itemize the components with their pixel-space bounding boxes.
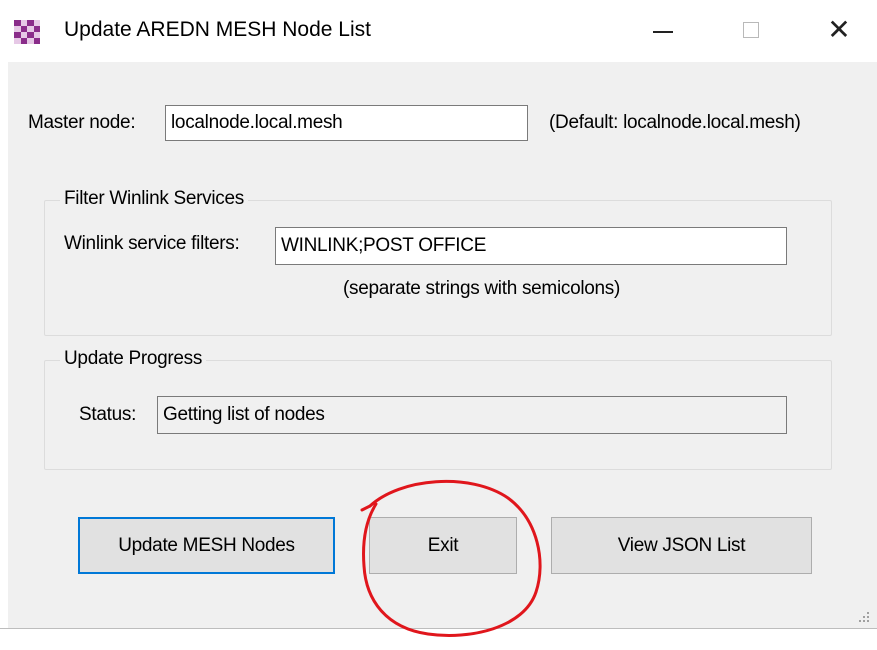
resize-grip-icon[interactable] bbox=[858, 612, 870, 624]
master-node-input[interactable]: localnode.local.mesh bbox=[165, 105, 528, 141]
dialog-client-area: Master node: localnode.local.mesh (Defau… bbox=[8, 62, 877, 628]
filter-group-title: Filter Winlink Services bbox=[60, 188, 248, 210]
close-icon: ✕ bbox=[827, 14, 851, 45]
minimize-button[interactable] bbox=[632, 0, 694, 60]
window-title: Update AREDN MESH Node List bbox=[64, 18, 371, 41]
maximize-button[interactable] bbox=[720, 0, 782, 60]
progress-group-title: Update Progress bbox=[60, 348, 207, 370]
app-checker-icon bbox=[14, 20, 40, 44]
status-label: Status: bbox=[79, 404, 137, 425]
view-json-list-button[interactable]: View JSON List bbox=[551, 517, 812, 574]
app-window: Update AREDN MESH Node List ✕ Master nod… bbox=[0, 0, 877, 637]
title-bar[interactable]: Update AREDN MESH Node List ✕ bbox=[0, 0, 877, 62]
winlink-filters-label: Winlink service filters: bbox=[64, 233, 240, 254]
update-mesh-nodes-button[interactable]: Update MESH Nodes bbox=[78, 517, 335, 574]
exit-button[interactable]: Exit bbox=[369, 517, 517, 574]
close-button[interactable]: ✕ bbox=[808, 0, 870, 60]
minimize-icon bbox=[653, 31, 673, 33]
filter-winlink-group bbox=[44, 200, 832, 336]
winlink-filters-input[interactable]: WINLINK;POST OFFICE bbox=[275, 227, 787, 265]
master-node-label: Master node: bbox=[28, 112, 136, 133]
winlink-filters-hint: (separate strings with semicolons) bbox=[343, 278, 621, 299]
status-field: Getting list of nodes bbox=[157, 396, 787, 434]
master-node-hint: (Default: localnode.local.mesh) bbox=[549, 112, 801, 133]
maximize-icon bbox=[743, 22, 759, 38]
